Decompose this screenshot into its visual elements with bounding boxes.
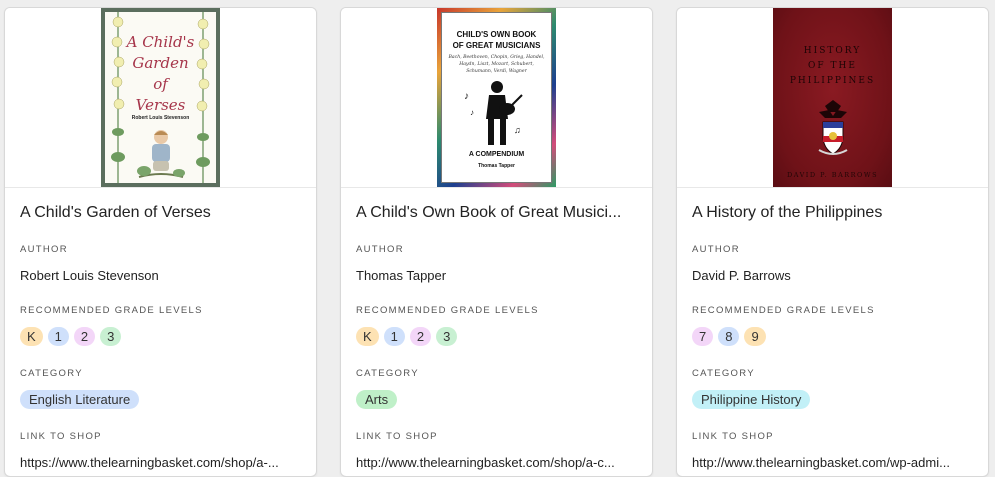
category-chip-list: Arts [356, 390, 637, 410]
cover-title-line: OF GREAT MUSICIANS [452, 41, 541, 50]
cover-container: A Child's Garden of Verses Robert Louis … [5, 8, 316, 188]
author-value: David P. Barrows [692, 268, 791, 283]
book-title[interactable]: A History of the Philippines [692, 203, 973, 223]
grade-chip: K [356, 327, 379, 346]
book-title[interactable]: A Child's Garden of Verses [20, 203, 301, 223]
grade-levels-label: RECOMMENDED GRADE LEVELS [356, 305, 539, 316]
link-label: LINK TO SHOP [20, 431, 102, 442]
author-value: Robert Louis Stevenson [20, 268, 159, 283]
grade-levels-label: RECOMMENDED GRADE LEVELS [20, 305, 203, 316]
book-grid: A Child's Garden of Verses Robert Louis … [0, 0, 995, 477]
author-label: AUTHOR [20, 244, 68, 255]
category-chip: English Literature [20, 390, 140, 409]
grade-levels-label: RECOMMENDED GRADE LEVELS [692, 305, 875, 316]
link-label: LINK TO SHOP [356, 431, 438, 442]
cover-title: CHILD'S OWN BOOK OF GREAT MUSICIANS [442, 29, 551, 51]
grade-chip: 8 [718, 327, 740, 346]
category-chip-list: English Literature [20, 390, 301, 410]
grade-chip: 7 [692, 327, 714, 346]
book-card[interactable]: CHILD'S OWN BOOK OF GREAT MUSICIANS Bach… [340, 7, 653, 477]
category-label: CATEGORY [692, 368, 755, 379]
author-label: AUTHOR [692, 244, 740, 255]
grade-chip: 3 [100, 327, 122, 346]
book-cover[interactable]: HISTORY OF THE PHILIPPINES DAVID P. BARR… [773, 8, 892, 187]
grade-chip: 9 [744, 327, 766, 346]
cover-title-line: Verses [135, 96, 186, 114]
book-card[interactable]: A Child's Garden of Verses Robert Louis … [4, 7, 317, 477]
category-chip-list: Philippine History [692, 390, 973, 410]
category-label: CATEGORY [20, 368, 83, 379]
cover-title: A Child's Garden of Verses [105, 32, 216, 116]
cover-title-line: PHILIPPINES [789, 76, 876, 86]
link-label: LINK TO SHOP [692, 431, 774, 442]
grade-chip: 2 [409, 327, 432, 346]
cover-author: DAVID P. BARROWS [786, 171, 879, 179]
author-label: AUTHOR [356, 244, 404, 255]
cover-title: HISTORY OF THE PHILIPPINES [773, 44, 892, 89]
book-title[interactable]: A Child's Own Book of Great Musici... [356, 203, 637, 223]
child-gardening-illustration-icon [137, 130, 185, 178]
shop-link[interactable]: http://www.thelearningbasket.com/wp-admi… [692, 455, 973, 471]
svg-text:♪: ♪ [470, 108, 474, 117]
cover-inner: CHILD'S OWN BOOK OF GREAT MUSICIANS Bach… [441, 12, 552, 183]
cover-compendium: A COMPENDIUM [468, 151, 525, 158]
grade-chip-list: K 1 2 3 [20, 327, 301, 347]
lute-player-silhouette-icon: ♪ ♪ ♫ [464, 81, 523, 145]
grade-chip-list: K 1 2 3 [356, 327, 637, 347]
grade-chip: 2 [73, 327, 96, 346]
cover-title-line: CHILD'S OWN BOOK [456, 30, 537, 39]
cover-title-line: Garden [132, 54, 189, 72]
cover-subtitle: Bach, Beethoven, Chopin, Grieg, Handel, … [448, 55, 545, 74]
cover-author: Thomas Tapper [478, 163, 515, 169]
shop-link[interactable]: https://www.thelearningbasket.com/shop/a… [20, 455, 301, 471]
category-chip: Philippine History [692, 390, 811, 409]
card-body: A History of the Philippines AUTHOR Davi… [677, 203, 988, 471]
category-chip: Arts [356, 390, 398, 409]
cover-title-line: A Child's [126, 33, 195, 51]
svg-text:♪: ♪ [464, 91, 469, 102]
grade-chip-list: 7 8 9 [692, 327, 973, 347]
cover-inner: A Child's Garden of Verses Robert Louis … [105, 12, 216, 183]
card-body: A Child's Own Book of Great Musici... AU… [341, 203, 652, 471]
card-body: A Child's Garden of Verses AUTHOR Robert… [5, 203, 316, 471]
book-card[interactable]: HISTORY OF THE PHILIPPINES DAVID P. BARR… [676, 7, 989, 477]
book-cover[interactable]: A Child's Garden of Verses Robert Louis … [101, 8, 220, 187]
grade-chip: 1 [383, 327, 405, 346]
cover-title-line: OF THE [808, 61, 857, 71]
category-label: CATEGORY [356, 368, 419, 379]
book-cover[interactable]: CHILD'S OWN BOOK OF GREAT MUSICIANS Bach… [437, 8, 556, 187]
shop-link[interactable]: http://www.thelearningbasket.com/shop/a-… [356, 455, 637, 471]
cover-author: Robert Louis Stevenson [131, 115, 190, 121]
cover-title-line: HISTORY [803, 46, 862, 56]
grade-chip: K [20, 327, 43, 346]
author-value: Thomas Tapper [356, 268, 447, 283]
cover-container: CHILD'S OWN BOOK OF GREAT MUSICIANS Bach… [341, 8, 652, 188]
svg-text:♫: ♫ [514, 125, 521, 135]
coat-of-arms-icon [818, 100, 848, 155]
grade-chip: 3 [436, 327, 458, 346]
grade-chip: 1 [47, 327, 69, 346]
cover-container: HISTORY OF THE PHILIPPINES DAVID P. BARR… [677, 8, 988, 188]
cover-title-line: of [153, 75, 168, 93]
